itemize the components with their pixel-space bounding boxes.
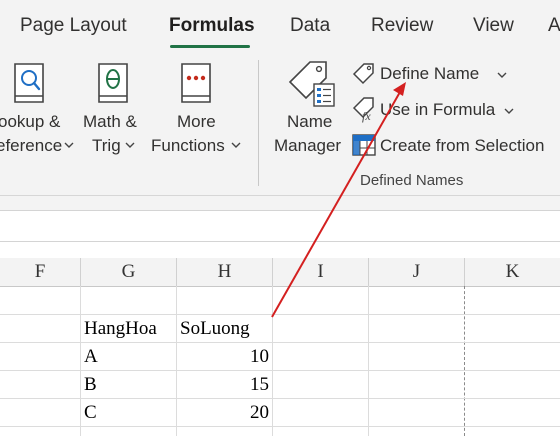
arrow-line <box>271 91 401 318</box>
annotation-arrow <box>271 82 406 318</box>
